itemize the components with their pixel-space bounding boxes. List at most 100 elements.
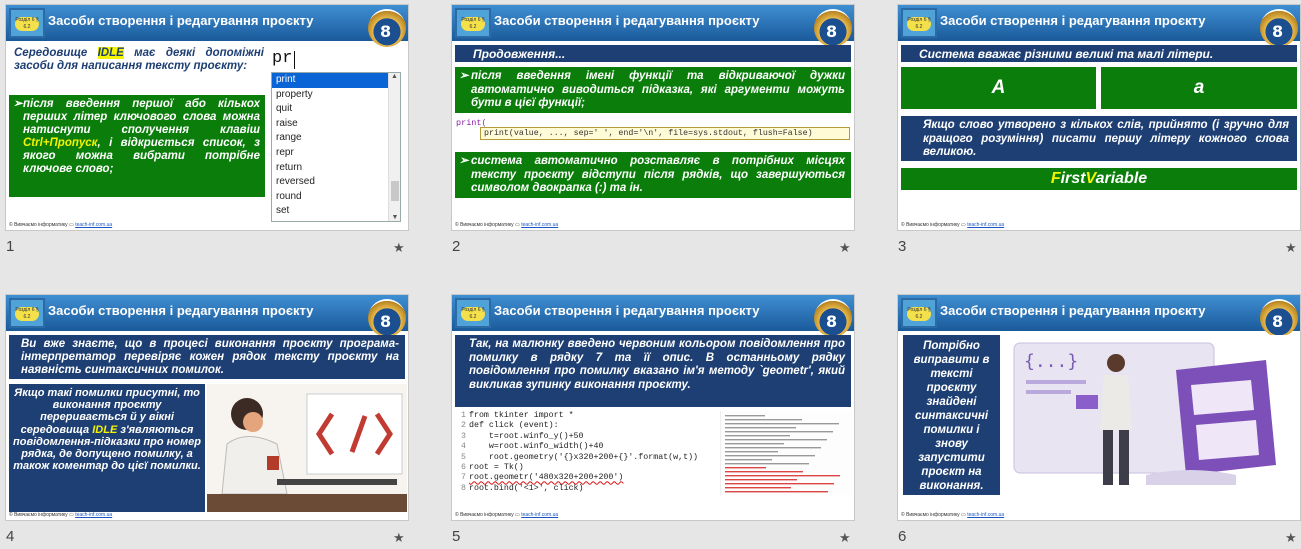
textbook-logo: 8 bbox=[1260, 299, 1298, 337]
scroll-down-icon[interactable]: ▼ bbox=[389, 214, 401, 221]
line-number: 8 bbox=[461, 483, 466, 493]
puzzle-illustration: {...} bbox=[1006, 335, 1296, 495]
code-line: 5 root.geometry('{}x320+200+{}'.format(w… bbox=[455, 453, 717, 463]
error-example-text: Так, на малюнку введено червоним кольоро… bbox=[455, 335, 851, 407]
bullet-tooltip: ➢ після введення імені функції та відкрив… bbox=[455, 67, 851, 113]
output-text-line bbox=[725, 415, 765, 417]
star-icon[interactable]: ★ bbox=[1285, 240, 1297, 256]
text-cursor bbox=[294, 51, 295, 69]
section-badge: Розділ 6 § 6.2 bbox=[455, 8, 491, 38]
autocomplete-item[interactable]: return bbox=[272, 161, 388, 176]
output-text-line bbox=[725, 427, 796, 429]
slide-number-5: 5 bbox=[452, 528, 461, 545]
slide-number-2: 2 bbox=[452, 238, 461, 255]
case-heading: Система вважає різними великі та малі лі… bbox=[901, 45, 1297, 62]
typed-text: pr bbox=[272, 49, 293, 68]
footer-link[interactable]: teach-inf.com.ua bbox=[521, 222, 558, 228]
autocomplete-item[interactable]: round bbox=[272, 190, 388, 205]
star-icon[interactable]: ★ bbox=[839, 530, 851, 546]
footer-link[interactable]: teach-inf.com.ua bbox=[75, 222, 112, 228]
line-number: 3 bbox=[461, 431, 466, 441]
section-badge: Розділ 6 § 6.2 bbox=[9, 8, 45, 38]
output-text-line bbox=[725, 455, 815, 457]
textbook-logo: 8 bbox=[814, 9, 852, 47]
slide-number-1: 1 bbox=[6, 238, 15, 255]
section-badge: Розділ 6 § 6.2 bbox=[901, 8, 937, 38]
footer: © Вивчаємо інформатику ▭ teach-inf.com.u… bbox=[455, 222, 559, 228]
footer: © Вивчаємо інформатику ▭ teach-inf.com.u… bbox=[9, 222, 113, 228]
textbook-logo: 8 bbox=[1260, 9, 1298, 47]
star-icon[interactable]: ★ bbox=[1285, 530, 1297, 546]
svg-text:{...}: {...} bbox=[1024, 351, 1078, 372]
line-text: root.geometr('480x320+200+200') bbox=[469, 473, 624, 483]
autocomplete-item[interactable]: print bbox=[272, 73, 388, 88]
output-text-line bbox=[725, 487, 791, 489]
output-text-line bbox=[725, 475, 840, 477]
output-text-line bbox=[725, 443, 784, 445]
slide-number-6: 6 bbox=[898, 528, 907, 545]
footer-link[interactable]: teach-inf.com.ua bbox=[521, 512, 558, 518]
star-icon[interactable]: ★ bbox=[393, 240, 405, 256]
code-line: 6 root = Tk() bbox=[455, 463, 717, 473]
error-message-text: Якщо такі помилки присутні, то виконання… bbox=[9, 384, 205, 512]
slide-thumbnail-6[interactable]: Розділ 6 § 6.2 Засоби створення і редагу… bbox=[897, 294, 1301, 521]
output-text-line bbox=[725, 467, 766, 469]
error-output-panel bbox=[720, 411, 852, 495]
section-badge: Розділ 6 § 6.2 bbox=[9, 298, 45, 328]
output-text-line bbox=[725, 419, 802, 421]
line-number: 7 bbox=[461, 473, 466, 483]
footer-link[interactable]: teach-inf.com.ua bbox=[967, 222, 1004, 228]
autocomplete-item[interactable]: set bbox=[272, 204, 388, 219]
letter-upper: A bbox=[901, 67, 1096, 109]
footer: © Вивчаємо інформатику ▭ teach-inf.com.u… bbox=[901, 512, 1005, 518]
textbook-logo: 8 bbox=[814, 299, 852, 337]
scroll-up-icon[interactable]: ▲ bbox=[389, 73, 400, 80]
autocomplete-item[interactable]: property bbox=[272, 88, 388, 103]
slide-title: Засоби створення і редагування проєкту bbox=[48, 303, 314, 318]
programmer-illustration bbox=[207, 384, 407, 512]
slide-header: Розділ 6 § 6.2 Засоби створення і редагу… bbox=[452, 5, 854, 47]
autocomplete-item[interactable]: range bbox=[272, 131, 388, 146]
textbook-logo: 8 bbox=[368, 299, 406, 337]
bullet-autocomplete: ➢ після введення першої або кількох перши… bbox=[9, 95, 265, 197]
autocomplete-item[interactable]: raise bbox=[272, 117, 388, 132]
star-icon[interactable]: ★ bbox=[839, 240, 851, 256]
autocomplete-item[interactable]: repr bbox=[272, 146, 388, 161]
code-line: 4 w=root.winfo_width()+40 bbox=[455, 442, 717, 452]
slide-header: Розділ 6 § 6.2 Засоби створення і редагу… bbox=[452, 295, 854, 337]
output-text-line bbox=[725, 439, 827, 441]
slide-header: Розділ 6 § 6.2 Засоби створення і редагу… bbox=[898, 5, 1300, 47]
line-text: root.geometry('{}x320+200+{}'.format(w,t… bbox=[469, 452, 699, 462]
slide-thumbnail-1[interactable]: Розділ 6 § 6.2 Засоби створення і редагу… bbox=[5, 4, 409, 231]
scrollbar[interactable]: ▲ ▼ bbox=[388, 73, 400, 221]
output-text-line bbox=[725, 447, 821, 449]
scroll-thumb[interactable] bbox=[391, 181, 399, 201]
intro-text: Середовище IDLE має деякі допоміжні засо… bbox=[14, 47, 264, 72]
section-badge: Розділ 6 § 6.2 bbox=[455, 298, 491, 328]
slide-thumbnail-4[interactable]: Розділ 6 § 6.2 Засоби створення і редагу… bbox=[5, 294, 409, 521]
autocomplete-list[interactable]: print property quit raise range repr return rev… bbox=[271, 72, 401, 222]
line-number: 5 bbox=[461, 452, 466, 462]
footer-link[interactable]: teach-inf.com.ua bbox=[967, 512, 1004, 518]
autocomplete-item[interactable]: reversed bbox=[272, 175, 388, 190]
code-line: 3 t=root.winfo_y()+50 bbox=[455, 432, 717, 442]
slide-header: Розділ 6 § 6.2 Засоби створення і редагу… bbox=[6, 5, 408, 47]
slide-title: Засоби створення і редагування проєкту bbox=[48, 13, 314, 28]
line-text: w=root.winfo_width()+40 bbox=[469, 442, 604, 452]
slide-thumbnail-3[interactable]: Розділ 6 § 6.2 Засоби створення і редагу… bbox=[897, 4, 1301, 231]
textbook-logo: 8 bbox=[368, 9, 406, 47]
star-icon[interactable]: ★ bbox=[393, 530, 405, 546]
output-text-line bbox=[725, 483, 834, 485]
slide-thumbnail-5[interactable]: Розділ 6 § 6.2 Засоби створення і редагу… bbox=[451, 294, 855, 521]
output-text-line bbox=[725, 423, 839, 425]
output-text-line bbox=[725, 471, 803, 473]
line-number: 4 bbox=[461, 442, 466, 452]
footer-link[interactable]: teach-inf.com.ua bbox=[75, 512, 112, 518]
slide-title: Засоби створення і редагування проєкту bbox=[494, 13, 760, 28]
continuation-heading: Продовження... bbox=[455, 45, 851, 62]
line-number: 6 bbox=[461, 462, 466, 472]
slide-thumbnail-2[interactable]: Розділ 6 § 6.2 Засоби створення і редагу… bbox=[451, 4, 855, 231]
autocomplete-item[interactable]: quit bbox=[272, 102, 388, 117]
slide-header: Розділ 6 § 6.2 Засоби створення і редагу… bbox=[6, 295, 408, 337]
slide-title: Засоби створення і редагування проєкту bbox=[494, 303, 760, 318]
